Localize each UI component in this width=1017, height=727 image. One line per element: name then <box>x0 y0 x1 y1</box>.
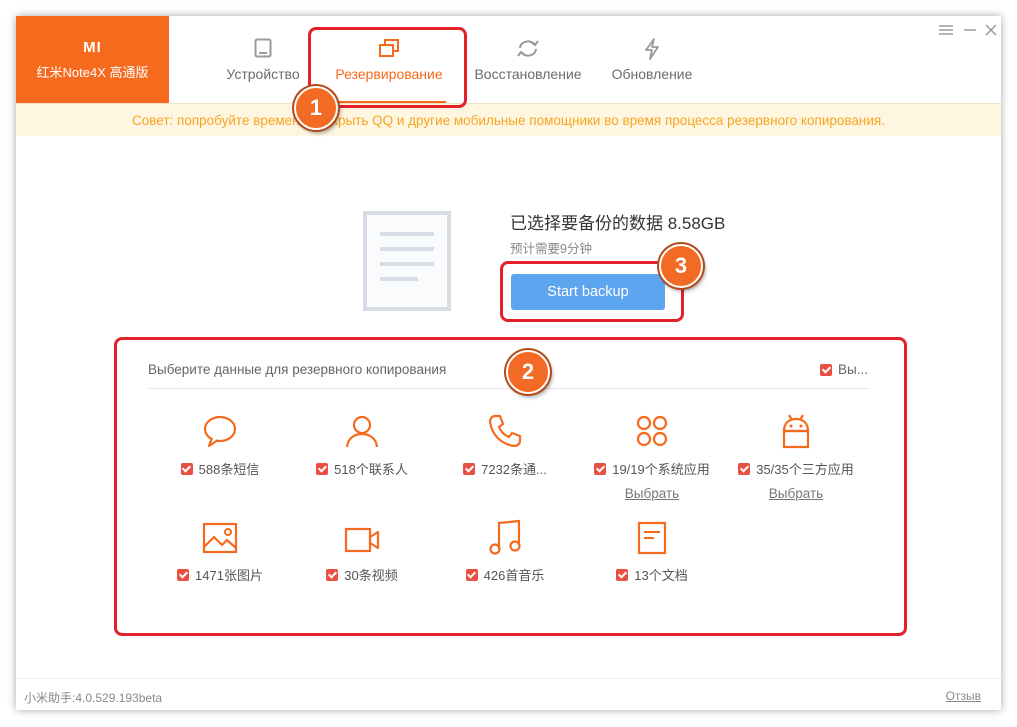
app-window: MI 红米Note4X 高通版 Устройство Резервировани… <box>16 16 1001 710</box>
tab-restore-label: Восстановление <box>474 66 582 82</box>
close-icon[interactable] <box>981 20 1001 40</box>
annotation-badge-2: 2 <box>506 350 550 394</box>
lightning-icon <box>644 38 660 60</box>
menu-icon[interactable] <box>936 20 956 40</box>
tip-banner: Совет: попробуйте временно закрыть QQ и … <box>16 104 1001 136</box>
estimated-time: 预计需要9分钟 <box>510 242 592 256</box>
mi-logo: MI <box>83 38 102 56</box>
feedback-link[interactable]: Отзыв <box>946 689 981 703</box>
selected-data-size: 已选择要备份的数据 8.58GB <box>510 214 726 233</box>
minimize-icon[interactable] <box>960 20 980 40</box>
annotation-box-button <box>500 261 684 322</box>
annotation-badge-3: 3 <box>659 244 703 288</box>
tab-restore[interactable]: Восстановление <box>468 16 588 103</box>
refresh-icon <box>516 38 540 60</box>
brand-panel: MI 红米Note4X 高通版 <box>16 16 169 103</box>
status-bar: 小米助手:4.0.529.193beta Отзыв <box>16 678 1001 710</box>
header: MI 红米Note4X 高通版 Устройство Резервировани… <box>16 16 1001 104</box>
app-version: 小米助手:4.0.529.193beta <box>24 691 163 705</box>
tab-update-label: Обновление <box>611 66 693 82</box>
annotation-badge-1: 1 <box>294 86 338 130</box>
tab-device-label: Устройство <box>226 66 300 82</box>
tablet-icon <box>254 38 272 60</box>
device-name: 红米Note4X 高通版 <box>36 64 149 80</box>
backup-document-illustration <box>362 210 452 317</box>
tab-update[interactable]: Обновление <box>600 16 704 103</box>
tip-text: Совет: попробуйте временно закрыть QQ и … <box>132 112 885 128</box>
